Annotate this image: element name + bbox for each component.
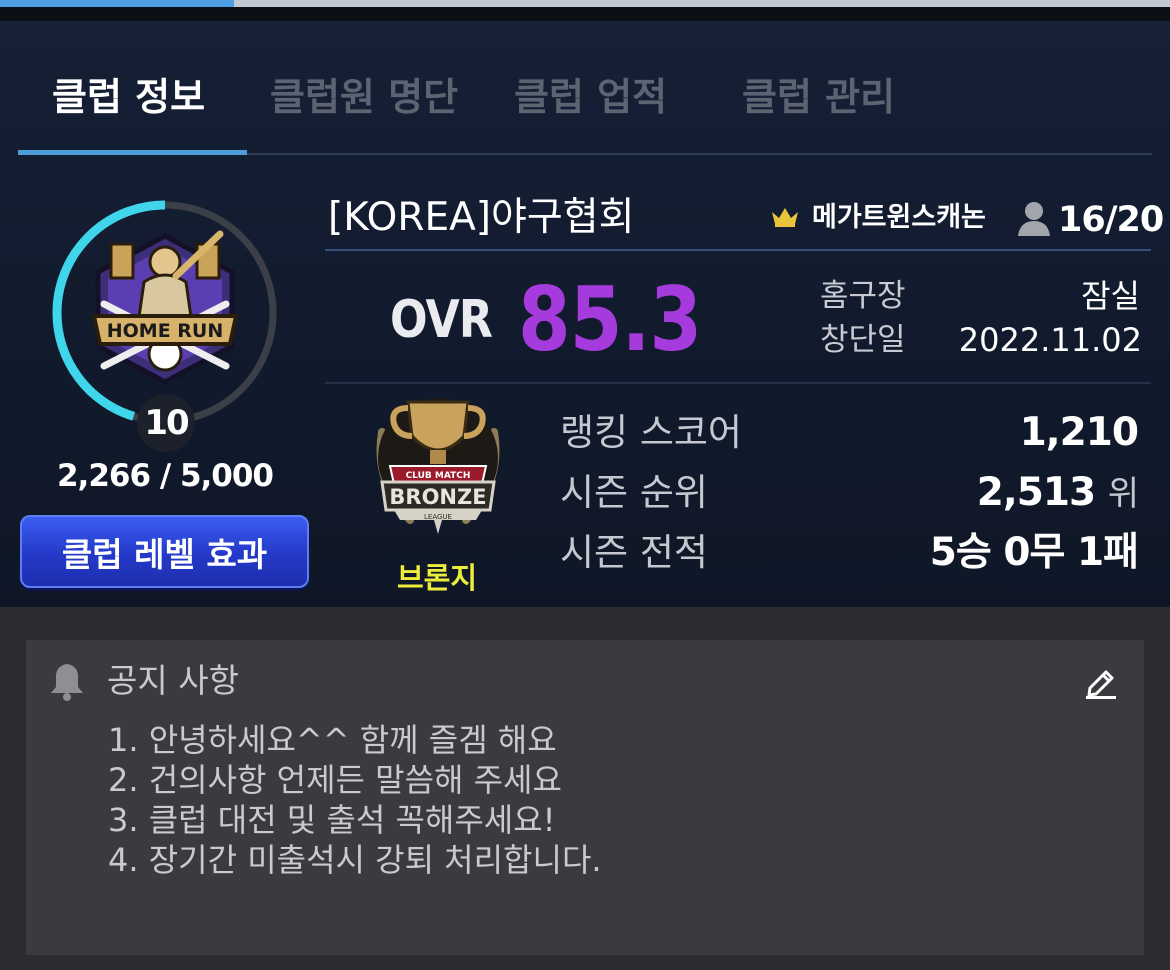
home-run-emblem: HOME RUN [91,230,239,385]
member-count: 16/20 [1058,200,1164,240]
edit-icon[interactable] [1084,664,1120,700]
tab-club-members[interactable]: 클럽원 명단 [270,72,458,122]
club-level-effect-button[interactable]: 클럽 레벨 효과 [20,515,309,588]
tier-badge-text: BRONZE [389,485,486,509]
tab-club-info[interactable]: 클럽 정보 [52,72,205,122]
notice-line: 3. 클럽 대전 및 출석 꼭해주세요! [108,801,556,839]
club-exp-text: 2,266 / 5,000 [56,458,274,494]
ovr-label: OVR [390,290,493,350]
emblem-text: HOME RUN [107,320,224,342]
person-icon [1018,202,1050,236]
bell-icon [51,664,83,701]
tier-name: 브론지 [396,561,478,595]
ovr-value: 85.3 [518,268,702,371]
club-level-badge: 10 [137,394,195,452]
tier-badge-small-text: CLUB MATCH [406,471,471,481]
section-divider [325,382,1151,384]
notice-line: 4. 장기간 미출석시 강퇴 처리합니다. [108,841,602,879]
notice-line: 2. 건의사항 언제든 말씀해 주세요 [108,761,562,799]
notice-line: 1. 안녕하세요^^ 함께 즐겜 해요 [108,721,557,759]
season-rank-label: 시즌 순위 [560,471,708,514]
notice-title: 공지 사항 [107,661,239,700]
bronze-trophy: CLUB MATCH BRONZE LEAGUE [376,398,500,534]
ranking-score-label: 랭킹 스코어 [560,411,742,454]
crown-icon [772,208,798,227]
top-progress-fill [0,0,234,7]
ranking-score-value: 1,210 [1019,410,1139,455]
season-rank-unit: 위 [1107,474,1139,514]
founded-date-label: 창단일 [820,322,906,358]
season-rank: 2,513 위 [976,470,1139,517]
tab-club-management[interactable]: 클럽 관리 [742,72,895,122]
season-record-value: 5승 0무 1패 [929,530,1139,575]
club-name: [KOREA]야구협회 [328,195,635,240]
founded-date-value: 2022.11.02 [958,321,1142,359]
home-stadium-value: 잠실 [1081,277,1140,315]
active-tab-indicator [18,150,247,155]
tier-badge-sub-text: LEAGUE [424,513,452,521]
tab-club-achievements[interactable]: 클럽 업적 [514,72,667,122]
top-divider [0,7,1170,21]
top-progress-bar [0,0,1170,7]
header-divider [325,249,1151,251]
club-leader-name[interactable]: 메가트윈스캐논 [812,198,986,238]
notice-content: 1. 안녕하세요^^ 함께 즐겜 해요 2. 건의사항 언제든 말씀해 주세요 … [108,720,602,880]
season-rank-value: 2,513 [976,470,1096,515]
home-stadium-label: 홈구장 [820,278,906,314]
season-record-label: 시즌 전적 [560,531,708,574]
